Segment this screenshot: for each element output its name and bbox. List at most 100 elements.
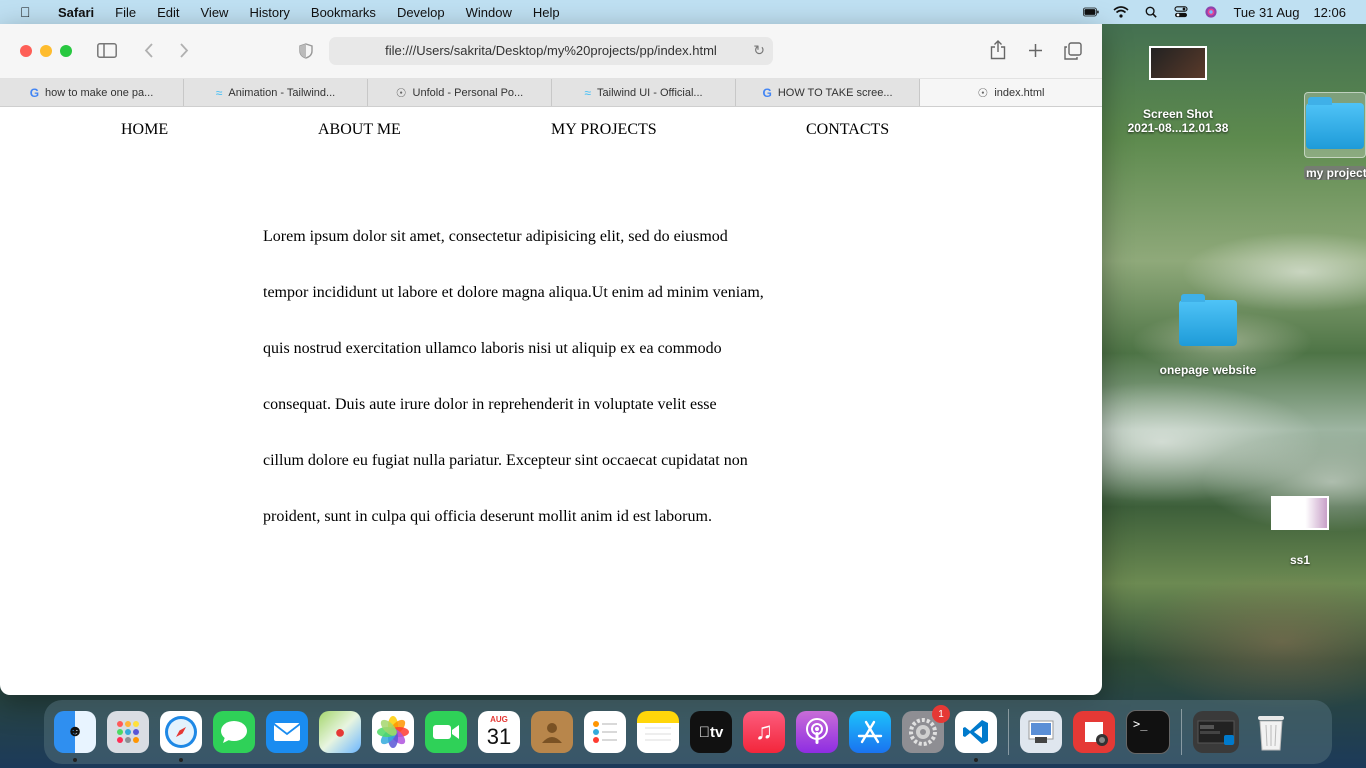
tab-google-screenshot[interactable]: G HOW TO TAKE scree... bbox=[736, 79, 920, 106]
tab-tailwind-ui[interactable]: ≈ Tailwind UI - Official... bbox=[552, 79, 736, 106]
tab-index-html[interactable]: ☉ index.html bbox=[920, 79, 1102, 106]
battery-icon[interactable] bbox=[1083, 6, 1100, 18]
running-indicator bbox=[974, 758, 978, 762]
tailwind-icon: ≈ bbox=[584, 85, 592, 100]
back-chevron-icon[interactable] bbox=[144, 43, 154, 58]
messages-icon[interactable] bbox=[213, 711, 255, 753]
desktop-my-project-folder[interactable]: my project bbox=[1304, 92, 1366, 180]
nav-contacts[interactable]: CONTACTS bbox=[806, 121, 889, 139]
dock-separator bbox=[1008, 709, 1009, 755]
tab-google-search[interactable]: Ghow to make one pa... bbox=[0, 79, 184, 106]
close-window-button[interactable] bbox=[20, 45, 32, 57]
paragraph-line: quis nostrud exercitation ullamco labori… bbox=[263, 340, 722, 357]
tab-tailwind-animation[interactable]: ≈ Animation - Tailwind... bbox=[184, 79, 368, 106]
browser-toolbar: file:///Users/sakrita/Desktop/my%20proje… bbox=[0, 24, 1102, 79]
tab-label: index.html bbox=[994, 86, 1045, 99]
menu-bar:  Safari File Edit View History Bookmark… bbox=[0, 0, 1366, 24]
sidebar-toggle-icon[interactable] bbox=[97, 43, 117, 58]
running-indicator bbox=[73, 758, 77, 762]
menu-file[interactable]: File bbox=[115, 5, 136, 20]
music-icon[interactable]: ♫ bbox=[743, 711, 785, 753]
menubar-date[interactable]: Tue 31 Aug bbox=[1233, 5, 1299, 20]
menu-edit[interactable]: Edit bbox=[157, 5, 179, 20]
paragraph-line: tempor incididunt ut labore et dolore ma… bbox=[263, 284, 764, 301]
menu-bookmarks[interactable]: Bookmarks bbox=[311, 5, 376, 20]
nav-my-projects[interactable]: MY PROJECTS bbox=[551, 121, 657, 139]
launchpad-icon[interactable] bbox=[107, 711, 149, 753]
apple-icon[interactable]:  bbox=[20, 4, 38, 20]
minimized-window-icon[interactable] bbox=[1193, 711, 1239, 753]
apple-tv-label: tv bbox=[704, 723, 723, 741]
tab-unfold[interactable]: ☉ Unfold - Personal Po... bbox=[368, 79, 552, 106]
running-indicator bbox=[179, 758, 183, 762]
new-tab-plus-icon[interactable] bbox=[1028, 43, 1043, 58]
menu-develop[interactable]: Develop bbox=[397, 5, 445, 20]
address-bar[interactable]: file:///Users/sakrita/Desktop/my%20proje… bbox=[329, 37, 773, 65]
control-center-icon[interactable] bbox=[1173, 6, 1189, 18]
desktop-item-label: Screen Shot bbox=[1142, 107, 1214, 121]
desktop-item-label: 2021-08...12.01.38 bbox=[1127, 121, 1229, 135]
paragraph-line: Lorem ipsum dolor sit amet, consectetur … bbox=[263, 228, 728, 245]
apple-tv-icon[interactable]: tv bbox=[690, 711, 732, 753]
address-bar-url[interactable]: file:///Users/sakrita/Desktop/my%20proje… bbox=[329, 43, 773, 58]
compass-icon: ☉ bbox=[977, 85, 989, 100]
desktop-item-label: ss1 bbox=[1289, 553, 1311, 567]
paragraph-line: consequat. Duis aute irure dolor in repr… bbox=[263, 396, 717, 413]
tab-label: Tailwind UI - Official... bbox=[597, 86, 703, 99]
tab-bar: Ghow to make one pa... ≈ Animation - Tail… bbox=[0, 79, 1102, 107]
paragraph-line: proident, sunt in culpa qui officia dese… bbox=[263, 508, 712, 525]
tab-label: HOW TO TAKE scree... bbox=[777, 86, 893, 99]
trash-icon[interactable] bbox=[1250, 711, 1292, 753]
screenshot-thumbnail-icon bbox=[1149, 46, 1207, 80]
dock-separator bbox=[1181, 709, 1182, 755]
wifi-icon[interactable] bbox=[1113, 6, 1129, 18]
desktop-screenshot-file[interactable]: Screen Shot 2021-08...12.01.38 bbox=[1118, 46, 1238, 135]
siri-icon[interactable] bbox=[1203, 6, 1219, 18]
nav-home[interactable]: HOME bbox=[121, 121, 168, 139]
tab-label: how to make one pa... bbox=[45, 86, 154, 99]
tab-label: Unfold - Personal Po... bbox=[412, 86, 524, 99]
desktop-item-label: my project bbox=[1304, 166, 1366, 180]
desktop-ss1-file[interactable]: ss1 bbox=[1266, 496, 1334, 567]
app-store-icon[interactable] bbox=[849, 711, 891, 753]
share-icon[interactable] bbox=[990, 40, 1006, 60]
finder-icon[interactable]: ☻ bbox=[54, 711, 96, 762]
minimize-window-button[interactable] bbox=[40, 45, 52, 57]
folder-icon bbox=[1306, 97, 1364, 149]
web-page-content: HOME ABOUT ME MY PROJECTS CONTACTS Lorem… bbox=[0, 107, 1102, 695]
contacts-icon[interactable] bbox=[531, 711, 573, 753]
tab-overview-icon[interactable] bbox=[1064, 42, 1082, 60]
desktop-onepage-website-folder[interactable]: onepage website bbox=[1148, 294, 1268, 377]
preview-icon[interactable] bbox=[1020, 711, 1062, 753]
menubar-time[interactable]: 12:06 bbox=[1313, 5, 1346, 20]
reminders-icon[interactable] bbox=[584, 711, 626, 753]
menu-history[interactable]: History bbox=[249, 5, 289, 20]
fullscreen-window-button[interactable] bbox=[60, 45, 72, 57]
safari-window: file:///Users/sakrita/Desktop/my%20proje… bbox=[0, 24, 1102, 695]
mail-icon[interactable] bbox=[266, 711, 308, 753]
compass-icon: ☉ bbox=[395, 85, 407, 100]
photo-booth-icon[interactable] bbox=[1073, 711, 1115, 753]
nav-about-me[interactable]: ABOUT ME bbox=[318, 121, 401, 139]
terminal-icon[interactable]: >_ bbox=[1126, 710, 1170, 754]
privacy-shield-icon[interactable] bbox=[299, 43, 313, 59]
reload-icon[interactable]: ↻ bbox=[753, 42, 765, 59]
google-icon: G bbox=[762, 85, 772, 100]
lorem-paragraph: Lorem ipsum dolor sit amet, consectetur … bbox=[263, 228, 783, 564]
tab-label: Animation - Tailwind... bbox=[228, 86, 336, 99]
spotlight-search-icon[interactable] bbox=[1143, 6, 1159, 18]
podcasts-icon[interactable] bbox=[796, 711, 838, 753]
photos-icon[interactable] bbox=[372, 711, 414, 753]
vscode-icon[interactable] bbox=[955, 711, 997, 762]
menu-window[interactable]: Window bbox=[466, 5, 512, 20]
facetime-icon[interactable] bbox=[425, 711, 467, 753]
menu-app-name[interactable]: Safari bbox=[58, 5, 94, 20]
system-preferences-icon[interactable]: 1 bbox=[902, 705, 950, 753]
menu-view[interactable]: View bbox=[201, 5, 229, 20]
notes-icon[interactable] bbox=[637, 711, 679, 753]
calendar-icon[interactable]: AUG 31 bbox=[478, 711, 520, 753]
maps-icon[interactable]: ● bbox=[319, 711, 361, 753]
safari-icon[interactable] bbox=[160, 711, 202, 762]
menu-help[interactable]: Help bbox=[533, 5, 560, 20]
forward-chevron-icon[interactable] bbox=[179, 43, 189, 58]
